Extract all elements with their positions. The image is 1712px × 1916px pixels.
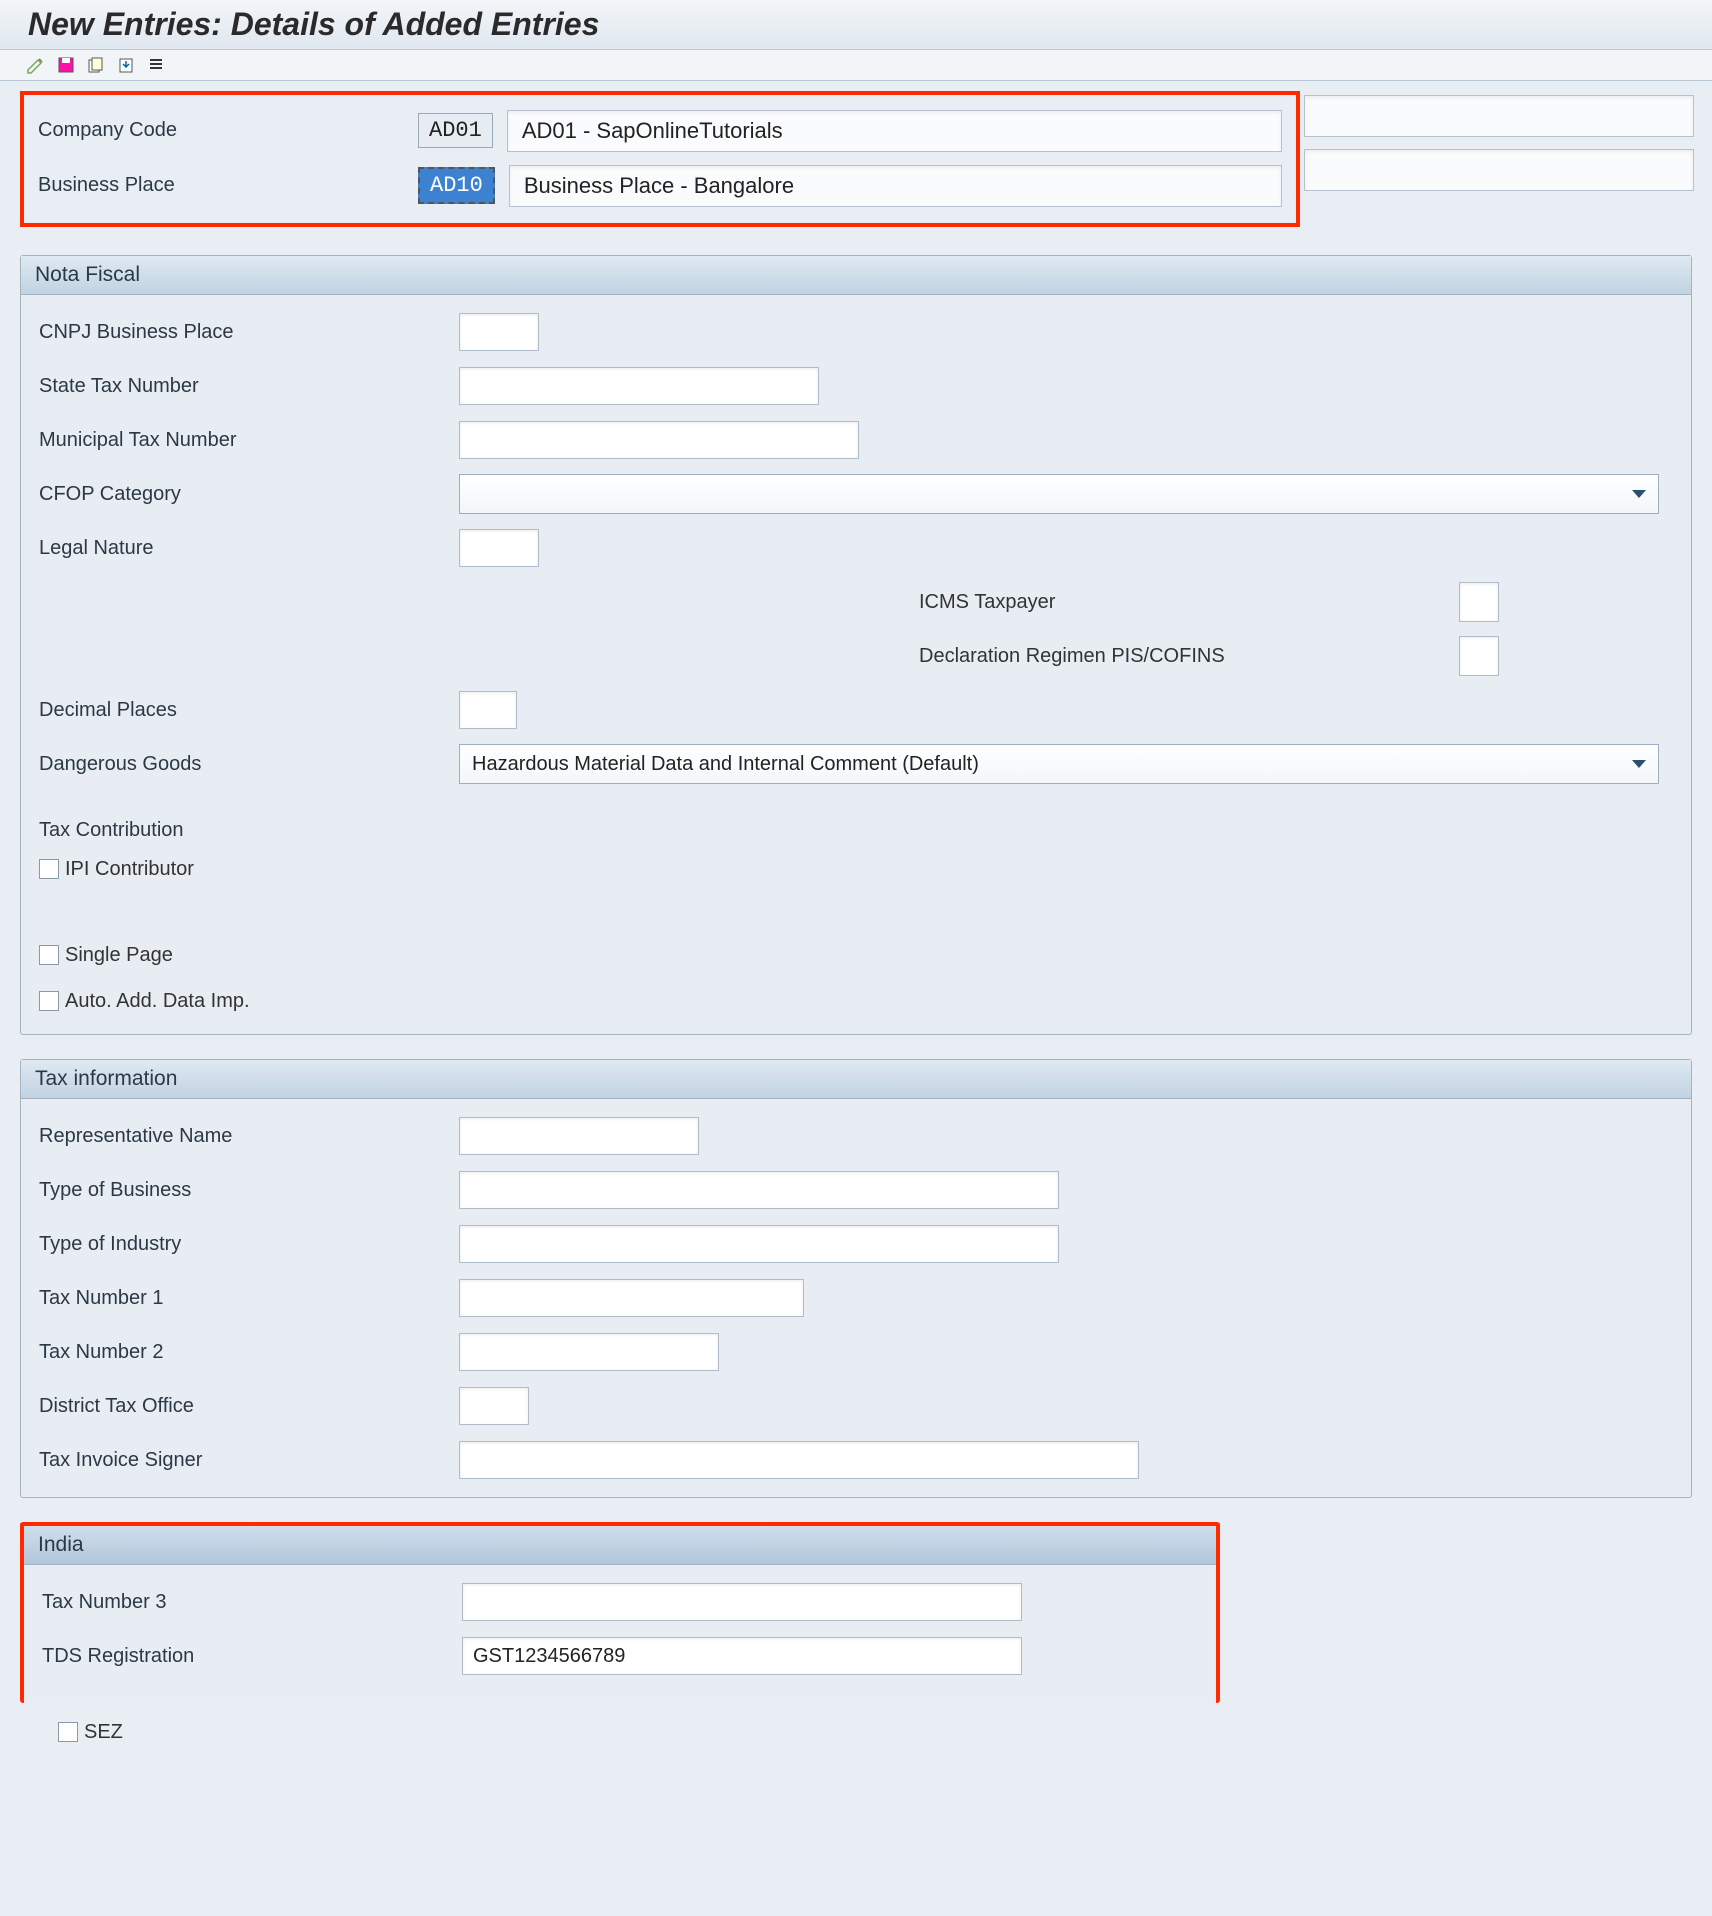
- dangerous-goods-value: Hazardous Material Data and Internal Com…: [472, 753, 979, 776]
- tax2-input[interactable]: [459, 1333, 719, 1371]
- tax-contrib-subheader: Tax Contribution: [39, 819, 1673, 842]
- chevron-down-icon: [1632, 760, 1646, 768]
- district-input[interactable]: [459, 1387, 529, 1425]
- type-business-label: Type of Business: [39, 1179, 459, 1202]
- municipal-tax-label: Municipal Tax Number: [39, 429, 459, 452]
- type-industry-input[interactable]: [459, 1225, 1059, 1263]
- single-page-checkbox[interactable]: [39, 945, 59, 965]
- company-code-desc[interactable]: AD01 - SapOnlineTutorials: [507, 110, 1282, 152]
- icms-label: ICMS Taxpayer: [919, 591, 1459, 614]
- state-tax-label: State Tax Number: [39, 375, 459, 398]
- business-place-label: Business Place: [38, 174, 418, 197]
- toolbar-copy-icon[interactable]: [84, 54, 108, 76]
- tax3-label: Tax Number 3: [42, 1591, 462, 1614]
- declaration-input[interactable]: [1459, 636, 1499, 676]
- toolbar-save-icon[interactable]: [54, 54, 78, 76]
- dangerous-goods-label: Dangerous Goods: [39, 753, 459, 776]
- ipi-label: IPI Contributor: [65, 858, 194, 881]
- tax1-label: Tax Number 1: [39, 1287, 459, 1310]
- cfop-select[interactable]: [459, 474, 1659, 514]
- group-tax-info: Tax information Representative Name Type…: [20, 1059, 1692, 1498]
- icms-input[interactable]: [1459, 582, 1499, 622]
- toolbar: [0, 50, 1712, 81]
- business-place-row: Business Place AD10 Business Place - Ban…: [38, 158, 1282, 213]
- group-nota-title: Nota Fiscal: [21, 256, 1691, 295]
- tax2-label: Tax Number 2: [39, 1341, 459, 1364]
- header-highlight-box: Company Code AD01 AD01 - SapOnlineTutori…: [20, 91, 1300, 227]
- decimal-places-label: Decimal Places: [39, 699, 459, 722]
- title-bar: New Entries: Details of Added Entries: [0, 0, 1712, 50]
- group-nota-fiscal: Nota Fiscal CNPJ Business Place State Ta…: [20, 255, 1692, 1035]
- chevron-down-icon: [1632, 490, 1646, 498]
- single-page-label: Single Page: [65, 944, 173, 967]
- cnpj-input[interactable]: [459, 313, 539, 351]
- business-place-extra-input[interactable]: [1304, 149, 1694, 191]
- signer-label: Tax Invoice Signer: [39, 1449, 459, 1472]
- municipal-tax-input[interactable]: [459, 421, 859, 459]
- district-label: District Tax Office: [39, 1395, 459, 1418]
- legal-nature-label: Legal Nature: [39, 537, 459, 560]
- cfop-label: CFOP Category: [39, 483, 459, 506]
- auto-add-checkbox[interactable]: [39, 991, 59, 1011]
- group-india: India Tax Number 3 TDS Registration: [20, 1522, 1220, 1703]
- signer-input[interactable]: [459, 1441, 1139, 1479]
- tds-label: TDS Registration: [42, 1645, 462, 1668]
- sez-checkbox[interactable]: [58, 1722, 78, 1742]
- company-code-row: Company Code AD01 AD01 - SapOnlineTutori…: [38, 103, 1282, 158]
- toolbar-export-icon[interactable]: [114, 54, 138, 76]
- type-business-input[interactable]: [459, 1171, 1059, 1209]
- tds-input[interactable]: [462, 1637, 1022, 1675]
- state-tax-input[interactable]: [459, 367, 819, 405]
- toolbar-list-icon[interactable]: [144, 54, 168, 76]
- header-extra-inputs: [1304, 95, 1694, 203]
- legal-nature-input[interactable]: [459, 529, 539, 567]
- tax1-input[interactable]: [459, 1279, 804, 1317]
- company-code-label: Company Code: [38, 119, 418, 142]
- sez-label: SEZ: [84, 1721, 123, 1744]
- company-code-extra-input[interactable]: [1304, 95, 1694, 137]
- business-place-desc[interactable]: Business Place - Bangalore: [509, 165, 1282, 207]
- type-industry-label: Type of Industry: [39, 1233, 459, 1256]
- rep-name-label: Representative Name: [39, 1125, 459, 1148]
- cnpj-label: CNPJ Business Place: [39, 321, 459, 344]
- page-title: New Entries: Details of Added Entries: [28, 6, 1684, 43]
- toolbar-edit-icon[interactable]: [24, 54, 48, 76]
- group-india-title: India: [24, 1526, 1216, 1565]
- rep-name-input[interactable]: [459, 1117, 699, 1155]
- company-code-value[interactable]: AD01: [418, 113, 493, 148]
- decimal-places-input[interactable]: [459, 691, 517, 729]
- auto-add-label: Auto. Add. Data Imp.: [65, 990, 250, 1013]
- tax3-input[interactable]: [462, 1583, 1022, 1621]
- dangerous-goods-select[interactable]: Hazardous Material Data and Internal Com…: [459, 744, 1659, 784]
- ipi-checkbox[interactable]: [39, 859, 59, 879]
- group-tax-title: Tax information: [21, 1060, 1691, 1099]
- content-area: Company Code AD01 AD01 - SapOnlineTutori…: [0, 81, 1712, 1765]
- business-place-value[interactable]: AD10: [418, 167, 495, 204]
- declaration-label: Declaration Regimen PIS/COFINS: [919, 645, 1459, 668]
